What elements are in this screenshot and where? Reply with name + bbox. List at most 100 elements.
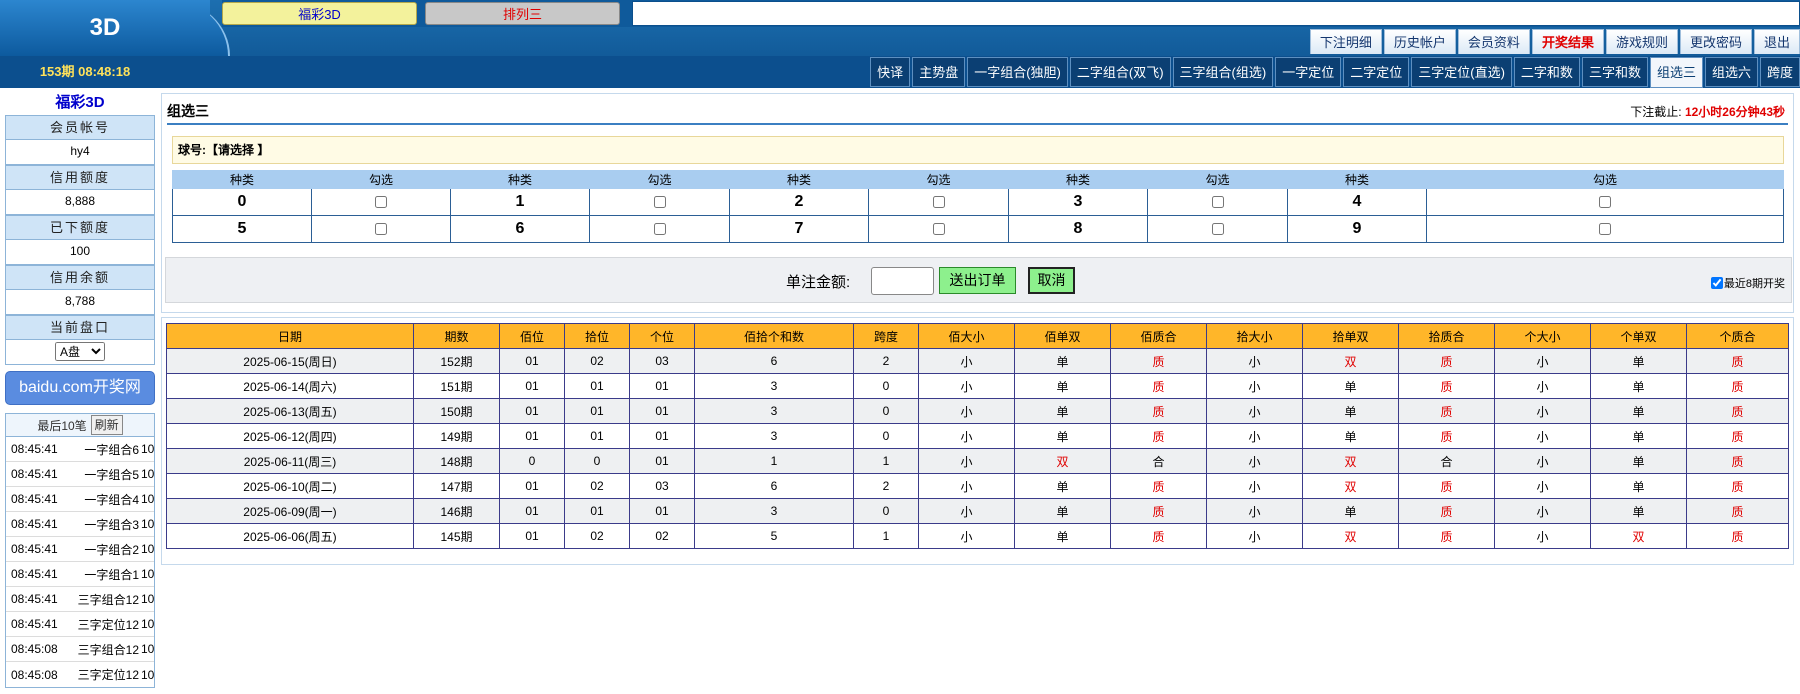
ball-selection-label: 球号:【请选择 】 xyxy=(172,136,1784,164)
cancel-button[interactable]: 取消 xyxy=(1028,267,1075,294)
recent8-label: 最近8期开奖 xyxy=(1723,278,1785,290)
history-header-cell: 拾质合 xyxy=(1398,323,1495,349)
pan-select-cell: A盘 xyxy=(5,340,155,365)
history-cell: 质 xyxy=(1686,498,1789,524)
history-cell: 单 xyxy=(1302,498,1399,524)
top-nav-item[interactable]: 游戏规则 xyxy=(1605,29,1678,54)
game-tab[interactable]: 一字组合(独胆) xyxy=(967,57,1068,87)
game-tab[interactable]: 快译 xyxy=(870,57,911,87)
ball-checkbox[interactable] xyxy=(653,222,666,235)
history-cell: 质 xyxy=(1110,523,1207,549)
history-cell: 01 xyxy=(629,498,695,524)
ball-checkbox[interactable] xyxy=(1599,195,1611,208)
history-cell: 小 xyxy=(918,473,1015,499)
game-tab[interactable]: 主势盘 xyxy=(912,57,966,87)
history-cell: 小 xyxy=(918,373,1015,399)
top-nav-item[interactable]: 更改密码 xyxy=(1679,29,1752,54)
select-body: 0 1 2 3 4 5 6 7 8 9 xyxy=(172,188,1784,243)
game-tab[interactable]: 二字和数 xyxy=(1513,57,1580,87)
history-header-cell: 佰质合 xyxy=(1110,323,1207,349)
recent-bets-header: 最后10笔 刷新 xyxy=(5,413,155,437)
history-cell: 0 xyxy=(499,448,565,474)
baidu-link-button[interactable]: baidu.com开奖网 xyxy=(5,371,155,405)
pan-select[interactable]: A盘 xyxy=(55,342,105,361)
history-cell: 2025-06-14(周六) xyxy=(166,373,414,399)
recent-bet-amount: 10 xyxy=(141,642,154,656)
history-cell: 02 xyxy=(629,523,695,549)
lottery-tab-fc3d[interactable]: 福彩3D xyxy=(222,2,417,25)
history-cell: 质 xyxy=(1110,473,1207,499)
submit-order-button[interactable]: 送出订单 xyxy=(939,267,1016,294)
game-tab[interactable]: 二字定位 xyxy=(1343,57,1410,87)
history-cell: 02 xyxy=(564,523,630,549)
history-cell: 小 xyxy=(1206,373,1303,399)
ball-number: 7 xyxy=(729,215,869,243)
history-cell: 小 xyxy=(1494,373,1591,399)
top-nav-item[interactable]: 开奖结果 xyxy=(1531,29,1604,54)
history-row: 2025-06-14(周六) 151期 01 01 01 3 0 小单质小单质小单质 xyxy=(166,373,1789,399)
lottery-tab-pl3[interactable]: 排列三 xyxy=(425,2,620,25)
recent8-toggle[interactable]: 最近8期开奖 xyxy=(1710,275,1785,291)
history-cell: 01 xyxy=(629,398,695,424)
recent-bet-amount: 10 xyxy=(141,467,154,481)
history-cell: 小 xyxy=(1494,398,1591,424)
history-cell: 5 xyxy=(694,523,854,549)
history-cell: 双 xyxy=(1302,348,1399,374)
ball-checkbox[interactable] xyxy=(932,222,945,235)
recent-bet-amount: 10 xyxy=(141,492,154,506)
top-nav-item[interactable]: 退出 xyxy=(1753,29,1800,54)
recent8-checkbox[interactable] xyxy=(1710,277,1723,289)
refresh-button[interactable]: 刷新 xyxy=(90,415,123,435)
history-cell: 单 xyxy=(1014,473,1111,499)
history-cell: 6 xyxy=(694,348,854,374)
history-cell: 小 xyxy=(918,398,1015,424)
game-tab[interactable]: 三字定位(直选) xyxy=(1411,57,1512,87)
top-nav-item[interactable]: 历史帐户 xyxy=(1383,29,1456,54)
game-tab[interactable]: 跨度 xyxy=(1759,57,1800,87)
ball-checkbox[interactable] xyxy=(375,195,387,208)
logo: 3D xyxy=(0,0,210,56)
history-cell: 质 xyxy=(1110,373,1207,399)
history-cell: 01 xyxy=(499,398,565,424)
game-tab[interactable]: 二字组合(双飞) xyxy=(1069,57,1171,87)
history-cell: 3 xyxy=(694,373,854,399)
recent-bet-name: 一字组合3 xyxy=(84,517,139,532)
ball-checkbox[interactable] xyxy=(1599,222,1611,235)
history-cell: 单 xyxy=(1590,373,1687,399)
history-header-cell: 个位 xyxy=(629,323,695,349)
select-header-row: 种类 勾选 种类 勾选 种类 勾选 种类 勾选 种类 勾选 xyxy=(172,170,1784,189)
select-header-cell: 勾选 xyxy=(1147,170,1288,189)
game-tab[interactable]: 一字定位 xyxy=(1275,57,1342,87)
top-nav-item[interactable]: 下注明细 xyxy=(1309,29,1382,54)
recent-bet-row: 08:45:41 一字组合3 10 xyxy=(6,512,154,537)
game-tab[interactable]: 组选三 xyxy=(1649,57,1703,88)
deadline-value: 12小时26分钟43秒 xyxy=(1684,105,1785,119)
ball-checkbox[interactable] xyxy=(653,195,666,208)
history-cell: 单 xyxy=(1302,398,1399,424)
game-tabs: 快译 主势盘 一字组合(独胆) 二字组合(双飞) 三字组合(组选) 一字定位 二字定位 三字定… xyxy=(868,57,1800,88)
game-tab[interactable]: 组选六 xyxy=(1704,57,1758,87)
history-cell: 质 xyxy=(1398,523,1495,549)
amount-input[interactable] xyxy=(871,267,934,295)
recent-bet-amount: 10 xyxy=(141,517,154,531)
recent-bet-name: 一字组合4 xyxy=(84,492,139,507)
history-cell: 小 xyxy=(1494,448,1591,474)
recent-bet-row: 08:45:08 三字定位12 10 xyxy=(6,662,154,687)
history-cell: 01 xyxy=(629,373,695,399)
deadline: 下注截止: 12小时26分钟43秒 xyxy=(1630,103,1785,120)
select-header-cell: 勾选 xyxy=(1426,170,1784,189)
history-cell: 146期 xyxy=(413,498,500,524)
game-tab[interactable]: 三字组合(组选) xyxy=(1172,57,1274,87)
ball-checkbox[interactable] xyxy=(1211,195,1224,208)
ball-checkbox[interactable] xyxy=(375,222,387,235)
history-header-cell: 拾单双 xyxy=(1302,323,1399,349)
history-header-cell: 佰单双 xyxy=(1014,323,1111,349)
ball-checkbox[interactable] xyxy=(1211,222,1224,235)
ball-checkbox[interactable] xyxy=(932,195,945,208)
game-tab[interactable]: 三字和数 xyxy=(1581,57,1648,87)
history-cell: 01 xyxy=(499,523,565,549)
history-header-cell: 个质合 xyxy=(1686,323,1789,349)
top-nav-item[interactable]: 会员资料 xyxy=(1457,29,1530,54)
recent-bet-row: 08:45:41 一字组合2 10 xyxy=(6,537,154,562)
history-cell: 质 xyxy=(1398,473,1495,499)
